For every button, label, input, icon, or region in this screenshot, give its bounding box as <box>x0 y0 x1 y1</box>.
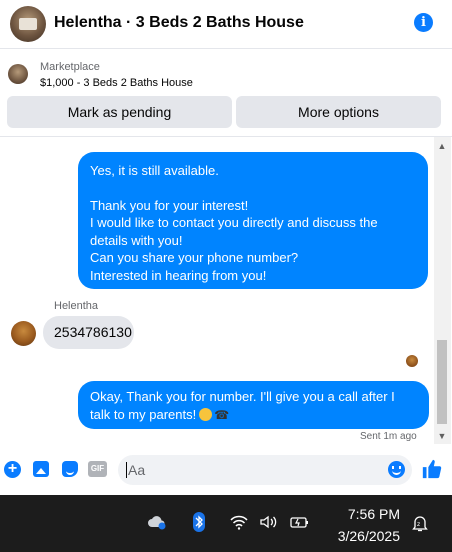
wifi-icon[interactable] <box>229 514 249 530</box>
clock-time[interactable]: 7:56 PM <box>320 506 400 522</box>
listing-thumbnail[interactable] <box>8 64 28 84</box>
scrollbar-thumb[interactable] <box>437 340 447 424</box>
message-line: Interested in hearing from you! <box>90 267 267 283</box>
conversation-title[interactable]: Helentha · 3 Beds 2 Baths House <box>54 14 304 32</box>
gif-icon[interactable]: GIF <box>88 461 107 477</box>
volume-icon[interactable] <box>259 514 279 530</box>
message-line: Can you share your phone number? <box>90 250 299 265</box>
scroll-down-icon[interactable]: ▼ <box>436 430 448 442</box>
plus-icon[interactable]: + <box>4 461 21 478</box>
smile-emoji-icon <box>199 407 213 421</box>
outgoing-message[interactable]: Yes, it is still available. Thank you fo… <box>78 152 428 289</box>
image-icon[interactable] <box>33 461 49 477</box>
battery-icon[interactable] <box>289 514 309 530</box>
sender-name: Helentha <box>54 300 99 312</box>
message-line: Yes, it is still available. <box>90 163 219 178</box>
sender-avatar[interactable] <box>11 321 36 346</box>
listing-source-label: Marketplace <box>40 61 100 73</box>
onedrive-sync-icon[interactable] <box>147 514 167 530</box>
message-status: Sent 1m ago <box>360 431 417 442</box>
message-line: Thank you for your interest! <box>90 197 249 213</box>
contact-avatar[interactable] <box>10 6 46 42</box>
text-caret <box>126 462 127 478</box>
svg-text:z: z <box>417 521 420 528</box>
bluetooth-icon[interactable] <box>192 512 206 532</box>
clock-date[interactable]: 3/26/2025 <box>320 528 400 544</box>
outgoing-message[interactable]: Okay, Thank you for number. I'll give yo… <box>78 381 429 429</box>
more-options-button[interactable]: More options <box>236 96 441 128</box>
read-receipt-avatar <box>406 355 418 367</box>
divider <box>0 136 452 137</box>
message-line: details with you! <box>90 232 183 248</box>
message-line: I would like to contact you directly and… <box>90 215 378 230</box>
listing-title[interactable]: $1,000 - 3 Beds 2 Baths House <box>40 77 193 89</box>
info-icon[interactable]: i <box>414 13 433 32</box>
scroll-up-icon[interactable]: ▲ <box>436 140 448 152</box>
message-input[interactable]: Aa <box>118 455 412 485</box>
incoming-message[interactable]: 2534786130 <box>43 316 134 349</box>
notification-icon[interactable]: z <box>412 514 428 532</box>
phone-emoji-icon: ☎ <box>214 407 230 422</box>
sticker-icon[interactable] <box>62 461 78 477</box>
emoji-icon[interactable] <box>388 461 405 478</box>
message-text: Okay, Thank you for number. I'll give yo… <box>90 389 395 422</box>
mark-as-pending-button[interactable]: Mark as pending <box>7 96 232 128</box>
thumbs-up-icon[interactable] <box>421 458 443 480</box>
